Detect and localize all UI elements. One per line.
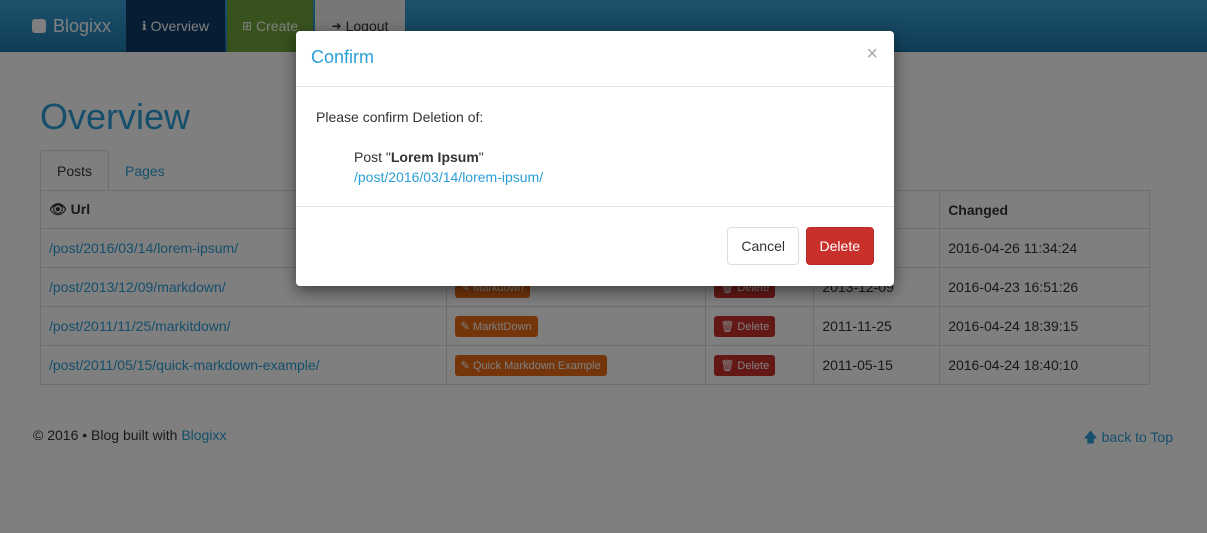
confirm-text: Please confirm Deletion of:: [316, 109, 484, 125]
close-icon[interactable]: ×: [866, 43, 878, 66]
modal-title: Confirm: [311, 47, 375, 67]
post-name: Lorem Ipsum: [390, 149, 479, 165]
confirm-dialog: Confirm × Please confirm Deletion of: Po…: [296, 31, 894, 286]
post-suffix: ": [478, 149, 484, 165]
post-url-link[interactable]: /post/2016/03/14/lorem-ipsum/: [354, 169, 543, 185]
post-line: Post "Lorem Ipsum": [354, 149, 484, 165]
modal-footer: Cancel Delete: [296, 207, 894, 285]
cancel-button[interactable]: Cancel: [727, 227, 799, 265]
post-prefix: Post ": [354, 149, 391, 165]
modal-body: Please confirm Deletion of: Post "Lorem …: [296, 87, 894, 207]
modal-header: Confirm ×: [296, 31, 894, 87]
delete-button[interactable]: Delete: [805, 227, 874, 265]
